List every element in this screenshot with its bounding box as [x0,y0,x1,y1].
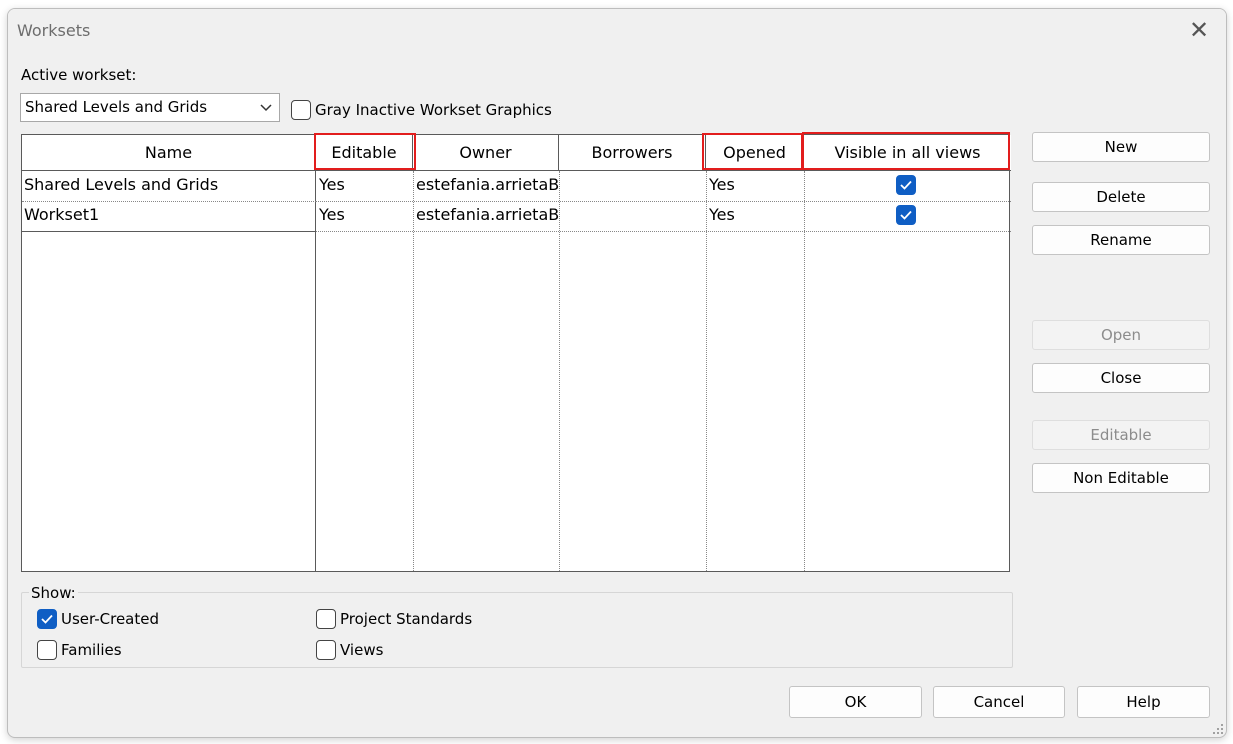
user-created-checkbox[interactable] [37,609,57,629]
column-header-borrowers[interactable]: Borrowers [559,135,706,171]
table-row[interactable]: Shared Levels and Grids [22,171,316,201]
checkmark-icon [900,210,912,220]
rename-button[interactable]: Rename [1032,225,1210,255]
families-label: Families [61,641,122,659]
help-button[interactable]: Help [1077,686,1210,718]
views-checkbox[interactable] [316,640,336,660]
chevron-down-icon [260,104,272,112]
window-title: Worksets [17,21,91,40]
show-group [21,592,1013,668]
project-standards-checkbox[interactable] [316,609,336,629]
column-header-name[interactable]: Name [22,135,316,171]
active-workset-dropdown[interactable]: Shared Levels and Grids [20,93,280,122]
title-bar: Worksets ✕ [8,9,1226,53]
open-button[interactable]: Open [1032,320,1210,350]
row-opened[interactable]: Yes [707,201,804,231]
checkmark-icon [41,614,53,624]
gray-inactive-label: Gray Inactive Workset Graphics [315,101,552,119]
views-label: Views [340,641,384,659]
highlight-editable [314,133,416,170]
row-owner: estefania.arrietaBS [416,175,559,194]
close-icon[interactable]: ✕ [1186,17,1212,43]
row-editable[interactable]: Yes [317,171,413,201]
worksets-table: Name Editable Owner Borrowers Opened Vis… [21,134,1011,572]
active-workset-value: Shared Levels and Grids [25,98,208,116]
row-borrowers [560,201,706,231]
row-visible-checkbox[interactable] [896,205,916,225]
gray-inactive-checkbox[interactable] [291,100,311,120]
row-name: Workset1 [24,205,100,224]
row-visible-checkbox[interactable] [896,175,916,195]
highlight-opened [702,133,803,170]
row-name: Shared Levels and Grids [24,175,219,194]
new-button[interactable]: New [1032,132,1210,162]
user-created-label: User-Created [61,610,160,628]
table-row[interactable]: Workset1 [22,201,316,231]
non-editable-button[interactable]: Non Editable [1032,463,1210,493]
active-workset-label: Active workset: [21,66,137,84]
close-button[interactable]: Close [1032,363,1210,393]
highlight-visible [802,132,1010,170]
checkmark-icon [900,180,912,190]
cancel-button[interactable]: Cancel [933,686,1065,718]
row-owner: estefania.arrietaBS [416,205,559,224]
editable-button[interactable]: Editable [1032,420,1210,450]
show-label: Show: [29,584,78,602]
column-header-owner[interactable]: Owner [413,135,559,171]
resize-grip-icon[interactable] [1212,723,1224,735]
ok-button[interactable]: OK [789,686,922,718]
project-standards-label: Project Standards [340,610,473,628]
row-editable[interactable]: Yes [317,201,413,231]
families-checkbox[interactable] [37,640,57,660]
row-opened[interactable]: Yes [707,171,804,201]
worksets-dialog: Worksets ✕ Active workset: Shared Levels… [7,8,1227,738]
delete-button[interactable]: Delete [1032,182,1210,212]
row-borrowers [560,171,706,201]
